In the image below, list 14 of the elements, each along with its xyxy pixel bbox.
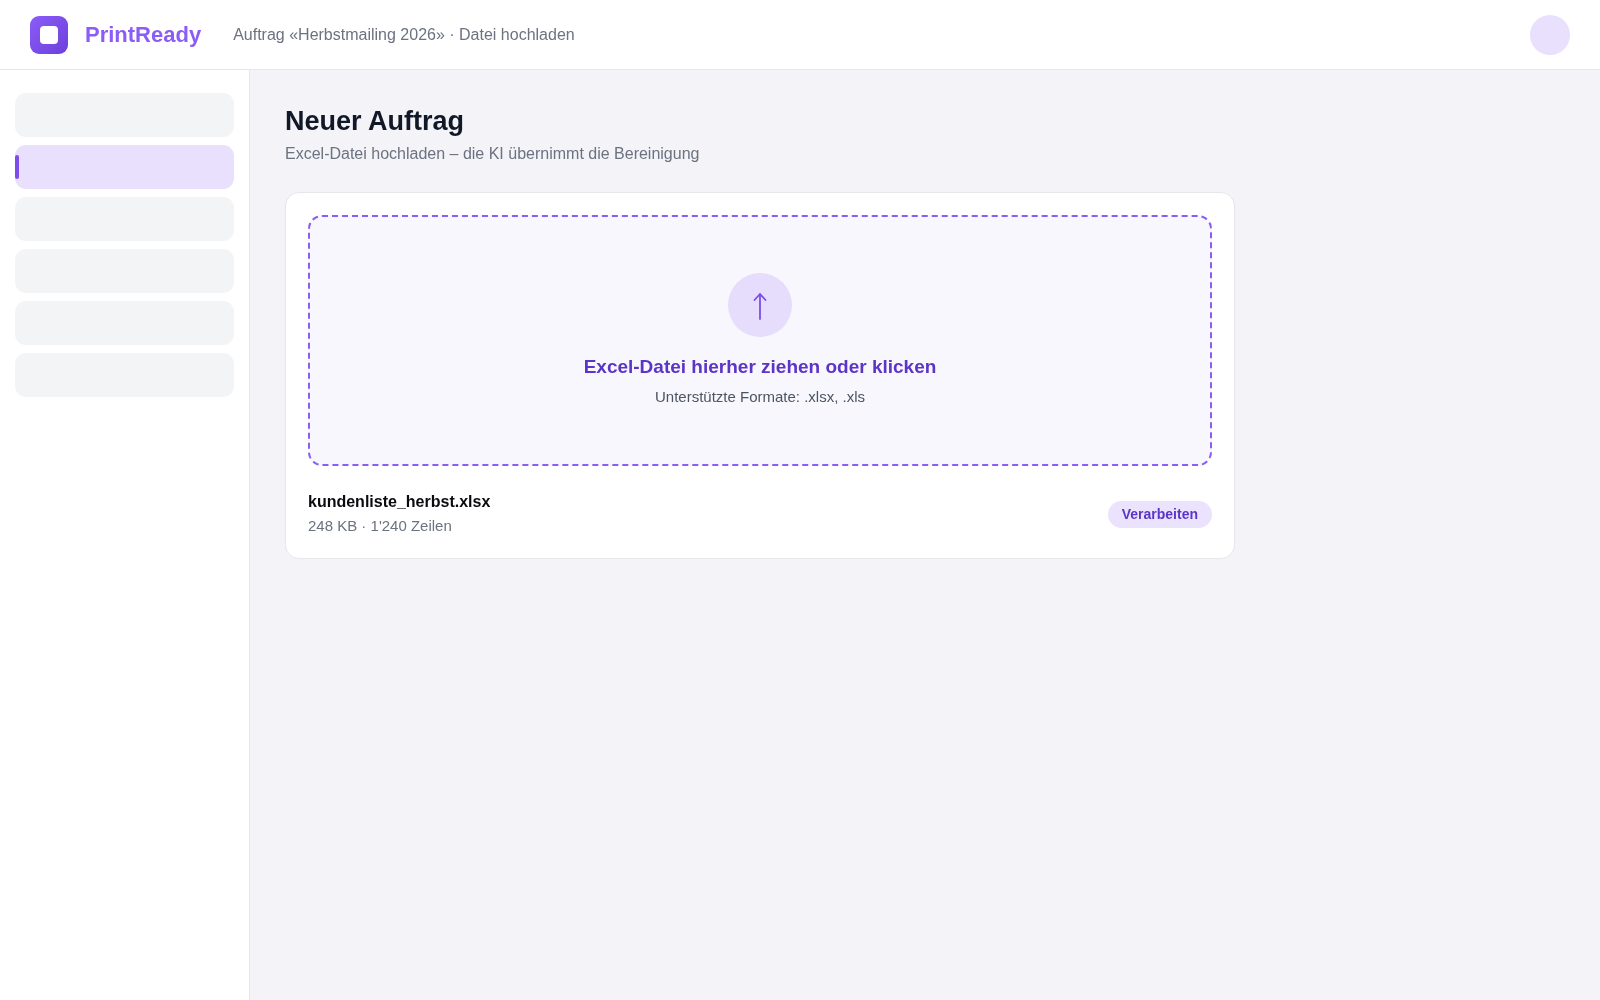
file-drop-zone[interactable]: Excel-Datei hierher ziehen oder klicken Unterstützte Formate: .xlsx, .xls	[308, 215, 1212, 466]
page-subtitle: Excel-Datei hochladen – die KI übernimmt die Bereinigung	[285, 144, 701, 164]
breadcrumb: Auftrag «Herbstmailing 2026» · Datei hochladen	[233, 25, 575, 44]
file-name: kundenliste_herbst.xlsx	[308, 492, 491, 512]
sidebar-item[interactable]	[15, 145, 234, 189]
avatar-icon[interactable]	[1530, 14, 1570, 55]
process-button[interactable]: Verarbeiten	[1107, 500, 1212, 528]
upload-icon	[728, 273, 792, 337]
file-details: 248 KB · 1'240 Zeilen	[308, 516, 453, 536]
page-title: Neuer Auftrag	[285, 106, 466, 136]
drop-prompt: Excel-Datei hierher ziehen oder klicken	[583, 355, 937, 379]
brand-name: PrintReady	[85, 21, 202, 48]
supported-formats: Unterstützte Formate: .xlsx, .xls	[654, 387, 866, 407]
logo-icon	[30, 15, 68, 54]
